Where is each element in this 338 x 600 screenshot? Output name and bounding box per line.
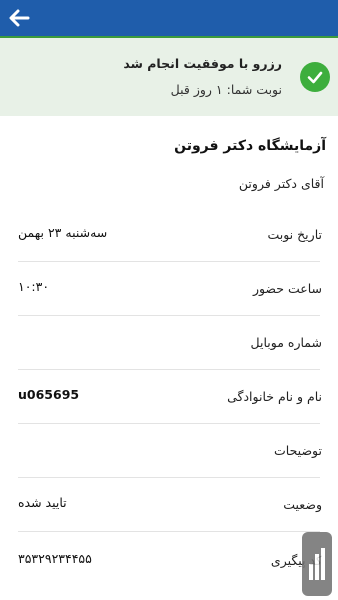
arrow-left-icon — [9, 9, 30, 27]
success-title: رزرو با موفقیت انجام شد — [123, 56, 282, 71]
doctor-name: آقای دکتر فروتن — [238, 176, 324, 191]
row-label: وضعیت — [283, 497, 322, 512]
lab-title: آزمایشگاه دکتر فروتن — [174, 138, 326, 154]
divider — [18, 531, 320, 532]
row-description: توضیحات — [0, 424, 338, 478]
row-label: توضیحات — [274, 443, 322, 458]
chart-bars-icon — [309, 548, 325, 580]
row-label: نام و نام خانوادگی — [227, 389, 322, 404]
row-full-name: نام و نام خانوادگی u065695 — [0, 370, 338, 424]
row-appointment-date: تاریخ نوبت سه‌شنبه ۲۳ بهمن — [0, 208, 338, 262]
row-value: ۳۵۳۲۹۲۳۴۴۵۵ — [18, 551, 92, 566]
row-status: وضعیت تایید شده — [0, 478, 338, 532]
success-banner: رزرو با موفقیت انجام شد نوبت شما: ۱ روز … — [0, 36, 338, 116]
appointment-time-text: نوبت شما: ۱ روز قبل — [170, 82, 282, 97]
row-value: ۱۰:۳۰ — [18, 279, 50, 294]
back-button[interactable] — [6, 6, 32, 30]
top-app-bar — [0, 0, 338, 36]
check-circle-icon — [300, 62, 330, 92]
row-tracking-code: کد پیگیری ۳۵۳۲۹۲۳۴۴۵۵ — [0, 534, 338, 588]
row-attendance-time: ساعت حضور ۱۰:۳۰ — [0, 262, 338, 316]
row-value: تایید شده — [18, 495, 67, 510]
row-label: تاریخ نوبت — [267, 227, 322, 242]
row-label: ساعت حضور — [252, 281, 322, 296]
row-label: شماره موبایل — [250, 335, 322, 350]
floating-side-button[interactable] — [302, 532, 332, 596]
row-value: سه‌شنبه ۲۳ بهمن — [18, 225, 108, 240]
row-mobile-number: شماره موبایل — [0, 316, 338, 370]
row-value: u065695 — [18, 387, 80, 402]
